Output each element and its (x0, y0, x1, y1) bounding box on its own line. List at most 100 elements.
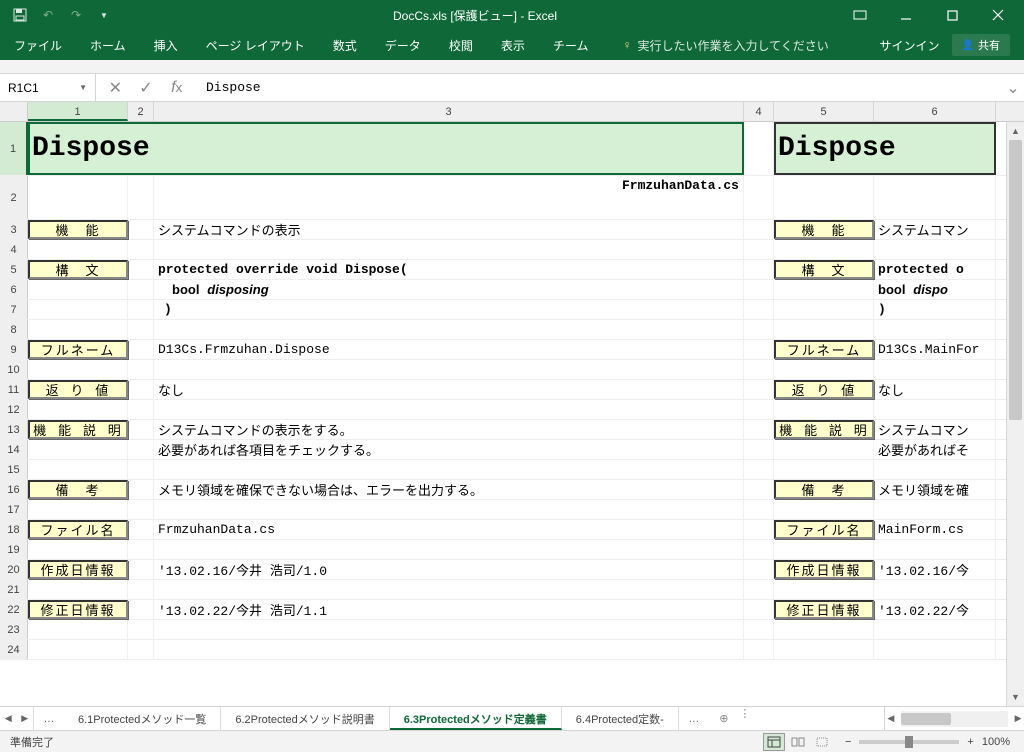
cell[interactable] (128, 500, 154, 519)
cell[interactable] (744, 480, 774, 499)
row-header[interactable]: 15 (0, 460, 28, 479)
qat-dropdown-icon[interactable]: ▼ (96, 7, 112, 23)
cell[interactable] (28, 620, 128, 639)
cell[interactable]: なし (874, 380, 996, 399)
cell[interactable]: protected override void Dispose( (154, 260, 744, 279)
tab-view[interactable]: 表示 (487, 30, 539, 60)
view-pagebreak-icon[interactable] (811, 733, 833, 751)
cell[interactable]: システムコマン (874, 220, 996, 239)
cell[interactable] (128, 640, 154, 659)
maximize-icon[interactable] (930, 0, 974, 30)
cell[interactable] (128, 560, 154, 579)
cell[interactable]: bool disposing (154, 280, 744, 299)
cell[interactable] (744, 360, 774, 379)
cell[interactable] (128, 340, 154, 359)
cell[interactable]: MainForm.cs (874, 520, 996, 539)
row-header[interactable]: 9 (0, 340, 28, 359)
label-modified[interactable]: 修正日情報 (28, 600, 128, 619)
cell[interactable] (744, 176, 774, 219)
cell[interactable] (874, 320, 996, 339)
col-header-3[interactable]: 3 (154, 102, 744, 121)
cell[interactable] (128, 620, 154, 639)
cell[interactable] (154, 460, 744, 479)
row-header[interactable]: 11 (0, 380, 28, 399)
cell[interactable] (128, 360, 154, 379)
label-modified[interactable]: 修正日情報 (774, 600, 874, 619)
tab-formulas[interactable]: 数式 (319, 30, 371, 60)
cell[interactable]: ) (154, 300, 744, 319)
row-header[interactable]: 1 (0, 122, 28, 175)
zoom-in-icon[interactable]: + (967, 736, 973, 748)
cell[interactable] (28, 320, 128, 339)
cell[interactable] (874, 580, 996, 599)
cell[interactable] (774, 620, 874, 639)
cell[interactable]: bool dispo (874, 280, 996, 299)
ribbon-options-icon[interactable] (838, 0, 882, 30)
cell[interactable] (154, 620, 744, 639)
tellme-label[interactable]: 実行したい作業を入力してください (637, 37, 828, 54)
chevron-right-icon[interactable]: ▶ (1012, 713, 1024, 724)
grid-body[interactable]: 1 Dispose Dispose 2 FrmzuhanData.cs 3 機 … (0, 122, 1024, 706)
cell[interactable] (128, 320, 154, 339)
formula-input[interactable]: Dispose (196, 74, 1002, 101)
cell[interactable] (154, 640, 744, 659)
row-header[interactable]: 14 (0, 440, 28, 459)
redo-icon[interactable]: ↷ (68, 7, 84, 23)
cell[interactable] (744, 460, 774, 479)
row-header[interactable]: 24 (0, 640, 28, 659)
cell[interactable] (744, 580, 774, 599)
tab-insert[interactable]: 挿入 (140, 30, 192, 60)
cell[interactable] (128, 420, 154, 439)
cell[interactable] (744, 520, 774, 539)
label-syntax[interactable]: 構 文 (28, 260, 128, 279)
cell[interactable] (744, 640, 774, 659)
cell[interactable] (774, 540, 874, 559)
cell[interactable] (128, 380, 154, 399)
select-all-corner[interactable] (0, 102, 28, 121)
tab-file[interactable]: ファイル (0, 30, 76, 60)
row-header[interactable]: 3 (0, 220, 28, 239)
cell[interactable] (744, 220, 774, 239)
cell[interactable] (874, 640, 996, 659)
cell[interactable] (874, 540, 996, 559)
cell[interactable] (28, 540, 128, 559)
cell[interactable] (128, 220, 154, 239)
cell[interactable] (744, 340, 774, 359)
cell[interactable] (128, 580, 154, 599)
col-header-6[interactable]: 6 (874, 102, 996, 121)
zoom-thumb[interactable] (905, 736, 913, 748)
cell[interactable] (128, 480, 154, 499)
cell[interactable]: システムコマンドの表示 (154, 220, 744, 239)
split-handle[interactable]: ⋮ (739, 707, 751, 730)
cell[interactable] (128, 400, 154, 419)
sheet-overflow[interactable]: … (34, 707, 64, 730)
cell[interactable] (28, 640, 128, 659)
row-header[interactable]: 13 (0, 420, 28, 439)
row-header[interactable]: 5 (0, 260, 28, 279)
horizontal-scrollbar[interactable]: ◀ ▶ (884, 707, 1024, 730)
cell[interactable]: メモリ領域を確 (874, 480, 996, 499)
cell[interactable] (128, 540, 154, 559)
zoom-slider[interactable] (859, 740, 959, 744)
col-header-2[interactable]: 2 (128, 102, 154, 121)
row-header[interactable]: 17 (0, 500, 28, 519)
cell[interactable] (744, 260, 774, 279)
enter-icon[interactable]: ✓ (133, 74, 159, 101)
row-header[interactable]: 19 (0, 540, 28, 559)
row-header[interactable]: 7 (0, 300, 28, 319)
cell[interactable] (744, 280, 774, 299)
vertical-scrollbar[interactable]: ▲ ▼ (1006, 122, 1024, 706)
chevron-left-icon[interactable]: ◀ (885, 713, 897, 724)
cancel-icon[interactable]: ✕ (102, 74, 128, 101)
undo-icon[interactable]: ↶ (40, 7, 56, 23)
cell[interactable] (744, 540, 774, 559)
cell[interactable] (28, 240, 128, 259)
save-icon[interactable] (12, 7, 28, 23)
cell[interactable] (774, 580, 874, 599)
cell[interactable] (28, 360, 128, 379)
cell[interactable]: 必要があれば各項目をチェックする。 (154, 440, 744, 459)
minimize-icon[interactable] (884, 0, 928, 30)
cell[interactable] (128, 176, 154, 219)
row-header[interactable]: 23 (0, 620, 28, 639)
label-fullname[interactable]: フルネーム (28, 340, 128, 359)
